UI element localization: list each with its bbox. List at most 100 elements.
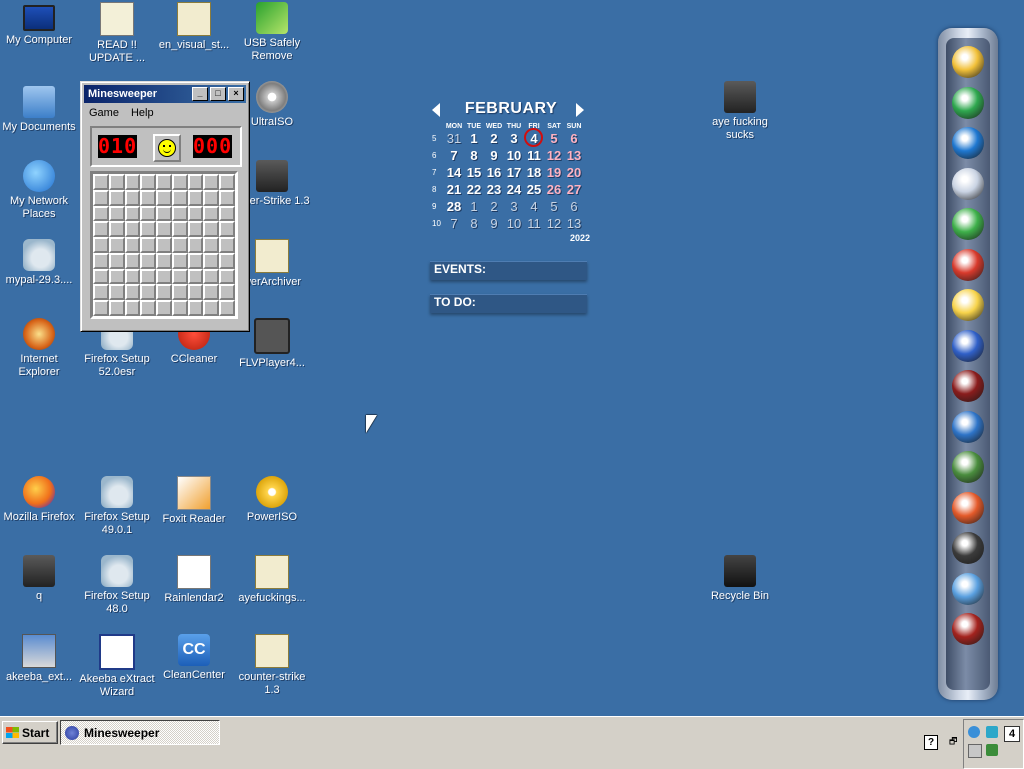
mine-cell[interactable]: [108, 300, 125, 316]
mine-cell[interactable]: [124, 252, 141, 269]
dock-gremlin-icon[interactable]: [952, 613, 984, 645]
mine-cell[interactable]: [171, 284, 188, 301]
tray-calendar-date[interactable]: 4: [1004, 726, 1020, 742]
mine-cell[interactable]: [219, 205, 235, 222]
mine-cell[interactable]: [140, 221, 157, 238]
calendar-day-today[interactable]: 4: [524, 128, 544, 147]
calendar-day[interactable]: 10: [504, 216, 524, 231]
mine-cell[interactable]: [93, 237, 109, 253]
calendar-day[interactable]: 5: [544, 199, 564, 214]
mine-cell[interactable]: [124, 221, 141, 238]
mine-cell[interactable]: [93, 252, 109, 269]
desktop-icon-akeeba-wizard[interactable]: Akeeba eXtract Wizard: [78, 634, 156, 699]
mine-cell[interactable]: [203, 284, 220, 301]
dock-smiley-icon[interactable]: [952, 289, 984, 321]
mine-cell[interactable]: [219, 189, 235, 206]
menu-game[interactable]: Game: [89, 107, 119, 119]
mine-cell[interactable]: [93, 189, 109, 206]
mine-cell[interactable]: [156, 205, 172, 222]
mine-cell[interactable]: [124, 268, 141, 285]
mine-cell[interactable]: [203, 300, 220, 316]
calendar-day[interactable]: 11: [524, 216, 544, 231]
mine-cell[interactable]: [219, 300, 235, 316]
dock-windows-flag-icon[interactable]: [952, 491, 984, 524]
mine-cell[interactable]: [108, 189, 125, 206]
mine-cell[interactable]: [203, 174, 220, 190]
mine-cell[interactable]: [140, 268, 157, 285]
dock-monitor-icon[interactable]: [952, 86, 984, 119]
calendar-day[interactable]: 13: [564, 148, 584, 163]
calendar-day[interactable]: 24: [504, 182, 524, 197]
menu-help[interactable]: Help: [131, 107, 154, 119]
calendar-day[interactable]: 20: [564, 165, 584, 180]
desktop-icon-aye-fucking-sucks[interactable]: aye fucking sucks: [701, 81, 779, 142]
dock-chrome-film-icon[interactable]: [952, 248, 984, 281]
mine-cell[interactable]: [171, 268, 188, 285]
mine-cell[interactable]: [171, 221, 188, 238]
events-box[interactable]: EVENTS:: [430, 261, 587, 280]
volume-tray-icon[interactable]: [968, 744, 982, 758]
dock-network-tools-icon[interactable]: [952, 572, 984, 605]
desktop-icon-my-network-places[interactable]: My Network Places: [0, 160, 78, 221]
minesweeper-titlebar[interactable]: Minesweeper _ □ ×: [84, 85, 246, 103]
desktop-icon-counter-strike-zip[interactable]: counter-strike 1.3: [233, 634, 311, 697]
calendar-day[interactable]: 3: [504, 199, 524, 214]
restore-windows-icon[interactable]: 🗗: [949, 734, 957, 750]
mine-cell[interactable]: [140, 284, 157, 301]
mine-cell[interactable]: [140, 252, 157, 269]
mine-cell[interactable]: [203, 237, 220, 253]
taskbar-item-minesweeper[interactable]: Minesweeper: [60, 720, 220, 745]
desktop-icon-internet-explorer[interactable]: Internet Explorer: [0, 318, 78, 379]
calendar-day[interactable]: 11: [524, 148, 544, 163]
mine-cell[interactable]: [156, 300, 172, 316]
mine-cell[interactable]: [171, 252, 188, 269]
mine-cell[interactable]: [187, 189, 204, 206]
desktop-icon-recycle-bin[interactable]: Recycle Bin: [701, 555, 779, 603]
calendar-day[interactable]: 15: [464, 165, 484, 180]
minesweeper-window[interactable]: Minesweeper _ □ × Game Help 010 000: [80, 81, 250, 332]
mine-cell[interactable]: [140, 237, 157, 253]
mine-cell[interactable]: [203, 221, 220, 238]
mine-cell[interactable]: [171, 189, 188, 206]
mine-cell[interactable]: [140, 189, 157, 206]
mine-cell[interactable]: [93, 205, 109, 222]
calendar-day[interactable]: 16: [484, 165, 504, 180]
mine-cell[interactable]: [219, 221, 235, 238]
mine-cell[interactable]: [187, 205, 204, 222]
mine-cell[interactable]: [93, 268, 109, 285]
mine-cell[interactable]: [124, 174, 141, 190]
network-tray-icon[interactable]: [968, 726, 980, 738]
next-month-arrow-icon[interactable]: [576, 103, 584, 117]
mine-cell[interactable]: [203, 252, 220, 269]
calendar-day[interactable]: 28: [444, 199, 464, 214]
mine-cell[interactable]: [219, 237, 235, 253]
desktop-icon-mypal[interactable]: mypal-29.3....: [0, 239, 78, 287]
mine-cell[interactable]: [140, 174, 157, 190]
mine-cell[interactable]: [108, 205, 125, 222]
desktop-icon-rainlendar2[interactable]: Rainlendar2: [155, 555, 233, 605]
mine-cell[interactable]: [108, 252, 125, 269]
mine-cell[interactable]: [124, 300, 141, 316]
calendar-day[interactable]: 25: [524, 182, 544, 197]
dock-ie-green-icon[interactable]: [952, 208, 984, 240]
calendar-day[interactable]: 3: [504, 131, 524, 146]
calendar-day[interactable]: 23: [484, 182, 504, 197]
mine-cell[interactable]: [140, 205, 157, 222]
calendar-day[interactable]: 9: [484, 148, 504, 163]
mine-cell[interactable]: [219, 284, 235, 301]
mine-cell[interactable]: [187, 252, 204, 269]
calendar-day[interactable]: 6: [564, 199, 584, 214]
start-button[interactable]: Start: [2, 721, 58, 744]
calendar-day[interactable]: 21: [444, 182, 464, 197]
mine-cell[interactable]: [203, 189, 220, 206]
calendar-day[interactable]: 13: [564, 216, 584, 231]
desktop-icon-q[interactable]: q: [0, 555, 78, 603]
mine-cell[interactable]: [156, 237, 172, 253]
calendar-day[interactable]: 1: [464, 131, 484, 146]
mine-cell[interactable]: [187, 174, 204, 190]
mine-cell[interactable]: [156, 268, 172, 285]
calendar-day[interactable]: 5: [544, 131, 564, 146]
desktop-icon-en-visual[interactable]: en_visual_st...: [155, 2, 233, 52]
new-game-smiley-button[interactable]: [153, 134, 181, 162]
mine-cell[interactable]: [156, 221, 172, 238]
